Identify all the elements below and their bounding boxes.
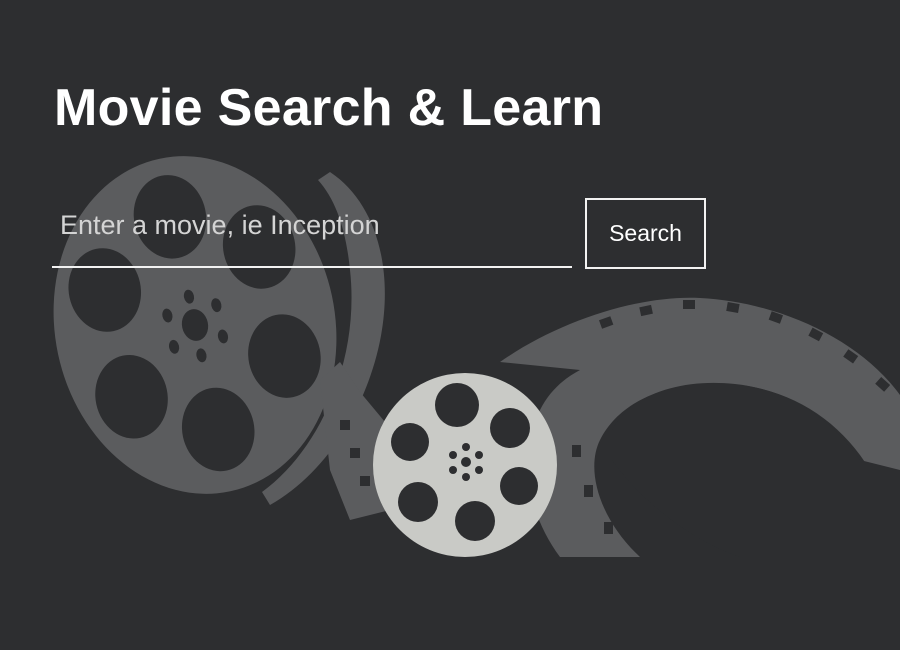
small-film-reel-icon xyxy=(373,373,557,557)
page-title: Movie Search & Learn xyxy=(54,79,604,137)
search-button[interactable]: Search xyxy=(585,198,706,269)
search-form: Search xyxy=(52,198,712,272)
search-input[interactable] xyxy=(52,198,572,268)
